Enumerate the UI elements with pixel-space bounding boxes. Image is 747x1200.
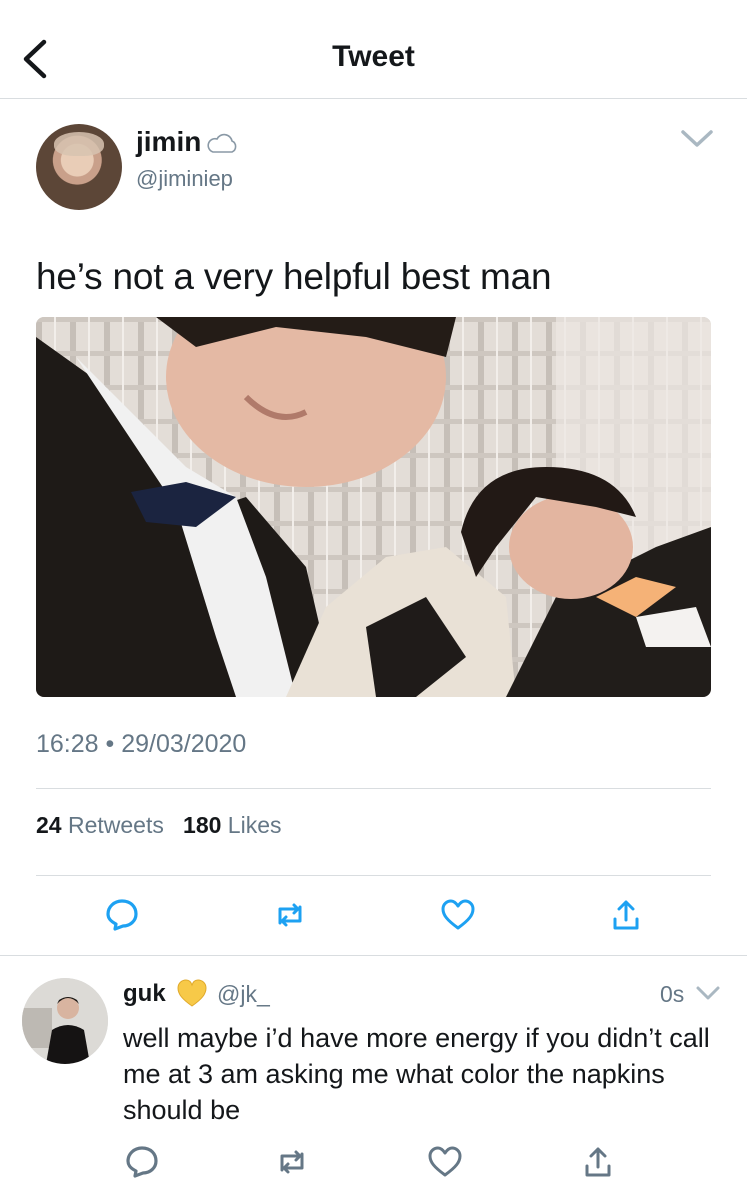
reply-time: 0s <box>660 981 685 1007</box>
like-icon[interactable] <box>440 897 476 933</box>
divider <box>36 788 711 789</box>
likes-stat[interactable]: 180 Likes <box>183 812 281 838</box>
avatar[interactable] <box>22 978 108 1064</box>
tweet-timestamp: 16:28 • 29/03/2020 <box>36 730 247 758</box>
divider <box>0 955 747 956</box>
avatar-illustration <box>22 978 108 1064</box>
likes-count: 180 <box>183 812 222 838</box>
retweets-count: 24 <box>36 812 62 838</box>
retweets-stat[interactable]: 24 Retweets <box>36 812 164 838</box>
tweet-text: he’s not a very helpful best man <box>36 256 552 297</box>
reply-text: well maybe i’d have more energy if you d… <box>123 1023 710 1125</box>
reply-action-bar <box>0 1142 747 1182</box>
tweet-photo[interactable] <box>36 317 711 697</box>
retweet-icon[interactable] <box>272 897 308 933</box>
reply-icon[interactable] <box>124 1144 160 1180</box>
retweet-icon[interactable] <box>274 1144 310 1180</box>
divider <box>36 875 711 876</box>
share-icon[interactable] <box>608 897 644 933</box>
chevron-down-icon[interactable] <box>695 985 721 1003</box>
yellow-heart-icon <box>177 979 207 1007</box>
retweets-label: Retweets <box>67 812 164 838</box>
like-icon[interactable] <box>427 1144 463 1180</box>
reply-icon[interactable] <box>104 897 140 933</box>
tweet-action-bar <box>0 892 747 938</box>
likes-label: Likes <box>227 812 282 838</box>
reply-author-name[interactable]: guk <box>123 980 166 1008</box>
author-handle[interactable]: @jiminiep <box>136 166 233 192</box>
page-title: Tweet <box>332 40 415 73</box>
share-icon[interactable] <box>580 1144 616 1180</box>
reply-author-handle[interactable]: @jk_ <box>217 981 270 1008</box>
avatar[interactable] <box>36 124 122 210</box>
chevron-down-icon[interactable] <box>680 128 714 150</box>
photo-illustration <box>36 317 711 697</box>
author-name[interactable]: jimin <box>136 126 201 158</box>
engagement-stats: 24 Retweets 180 Likes <box>36 812 282 839</box>
cloud-icon <box>207 133 237 153</box>
